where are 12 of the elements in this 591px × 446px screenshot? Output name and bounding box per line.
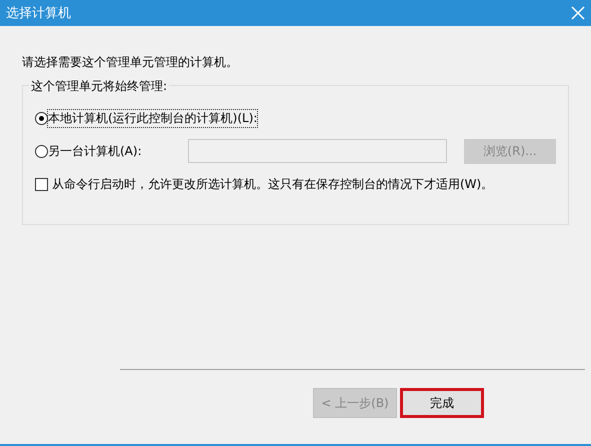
group-title: 这个管理单元将始终管理: (29, 78, 170, 95)
instruction-text: 请选择需要这个管理单元管理的计算机。 (22, 54, 239, 71)
close-icon[interactable] (571, 6, 585, 20)
window-title: 选择计算机 (6, 5, 71, 22)
radio-label[interactable]: 另一台计算机(A): (48, 142, 142, 160)
radio-button[interactable] (35, 144, 48, 158)
finish-button[interactable]: 完成 (400, 388, 484, 418)
computer-name-field[interactable] (188, 139, 447, 163)
radio-button[interactable] (35, 112, 48, 124)
checkbox-label[interactable]: 从命令行启动时，允许更改所选计算机。这只有在保存控制台的情况下才适用(W)。 (52, 176, 494, 192)
checkbox[interactable] (35, 178, 48, 190)
radio-label[interactable]: 本地计算机(运行此控制台的计算机)(L): (48, 110, 258, 126)
